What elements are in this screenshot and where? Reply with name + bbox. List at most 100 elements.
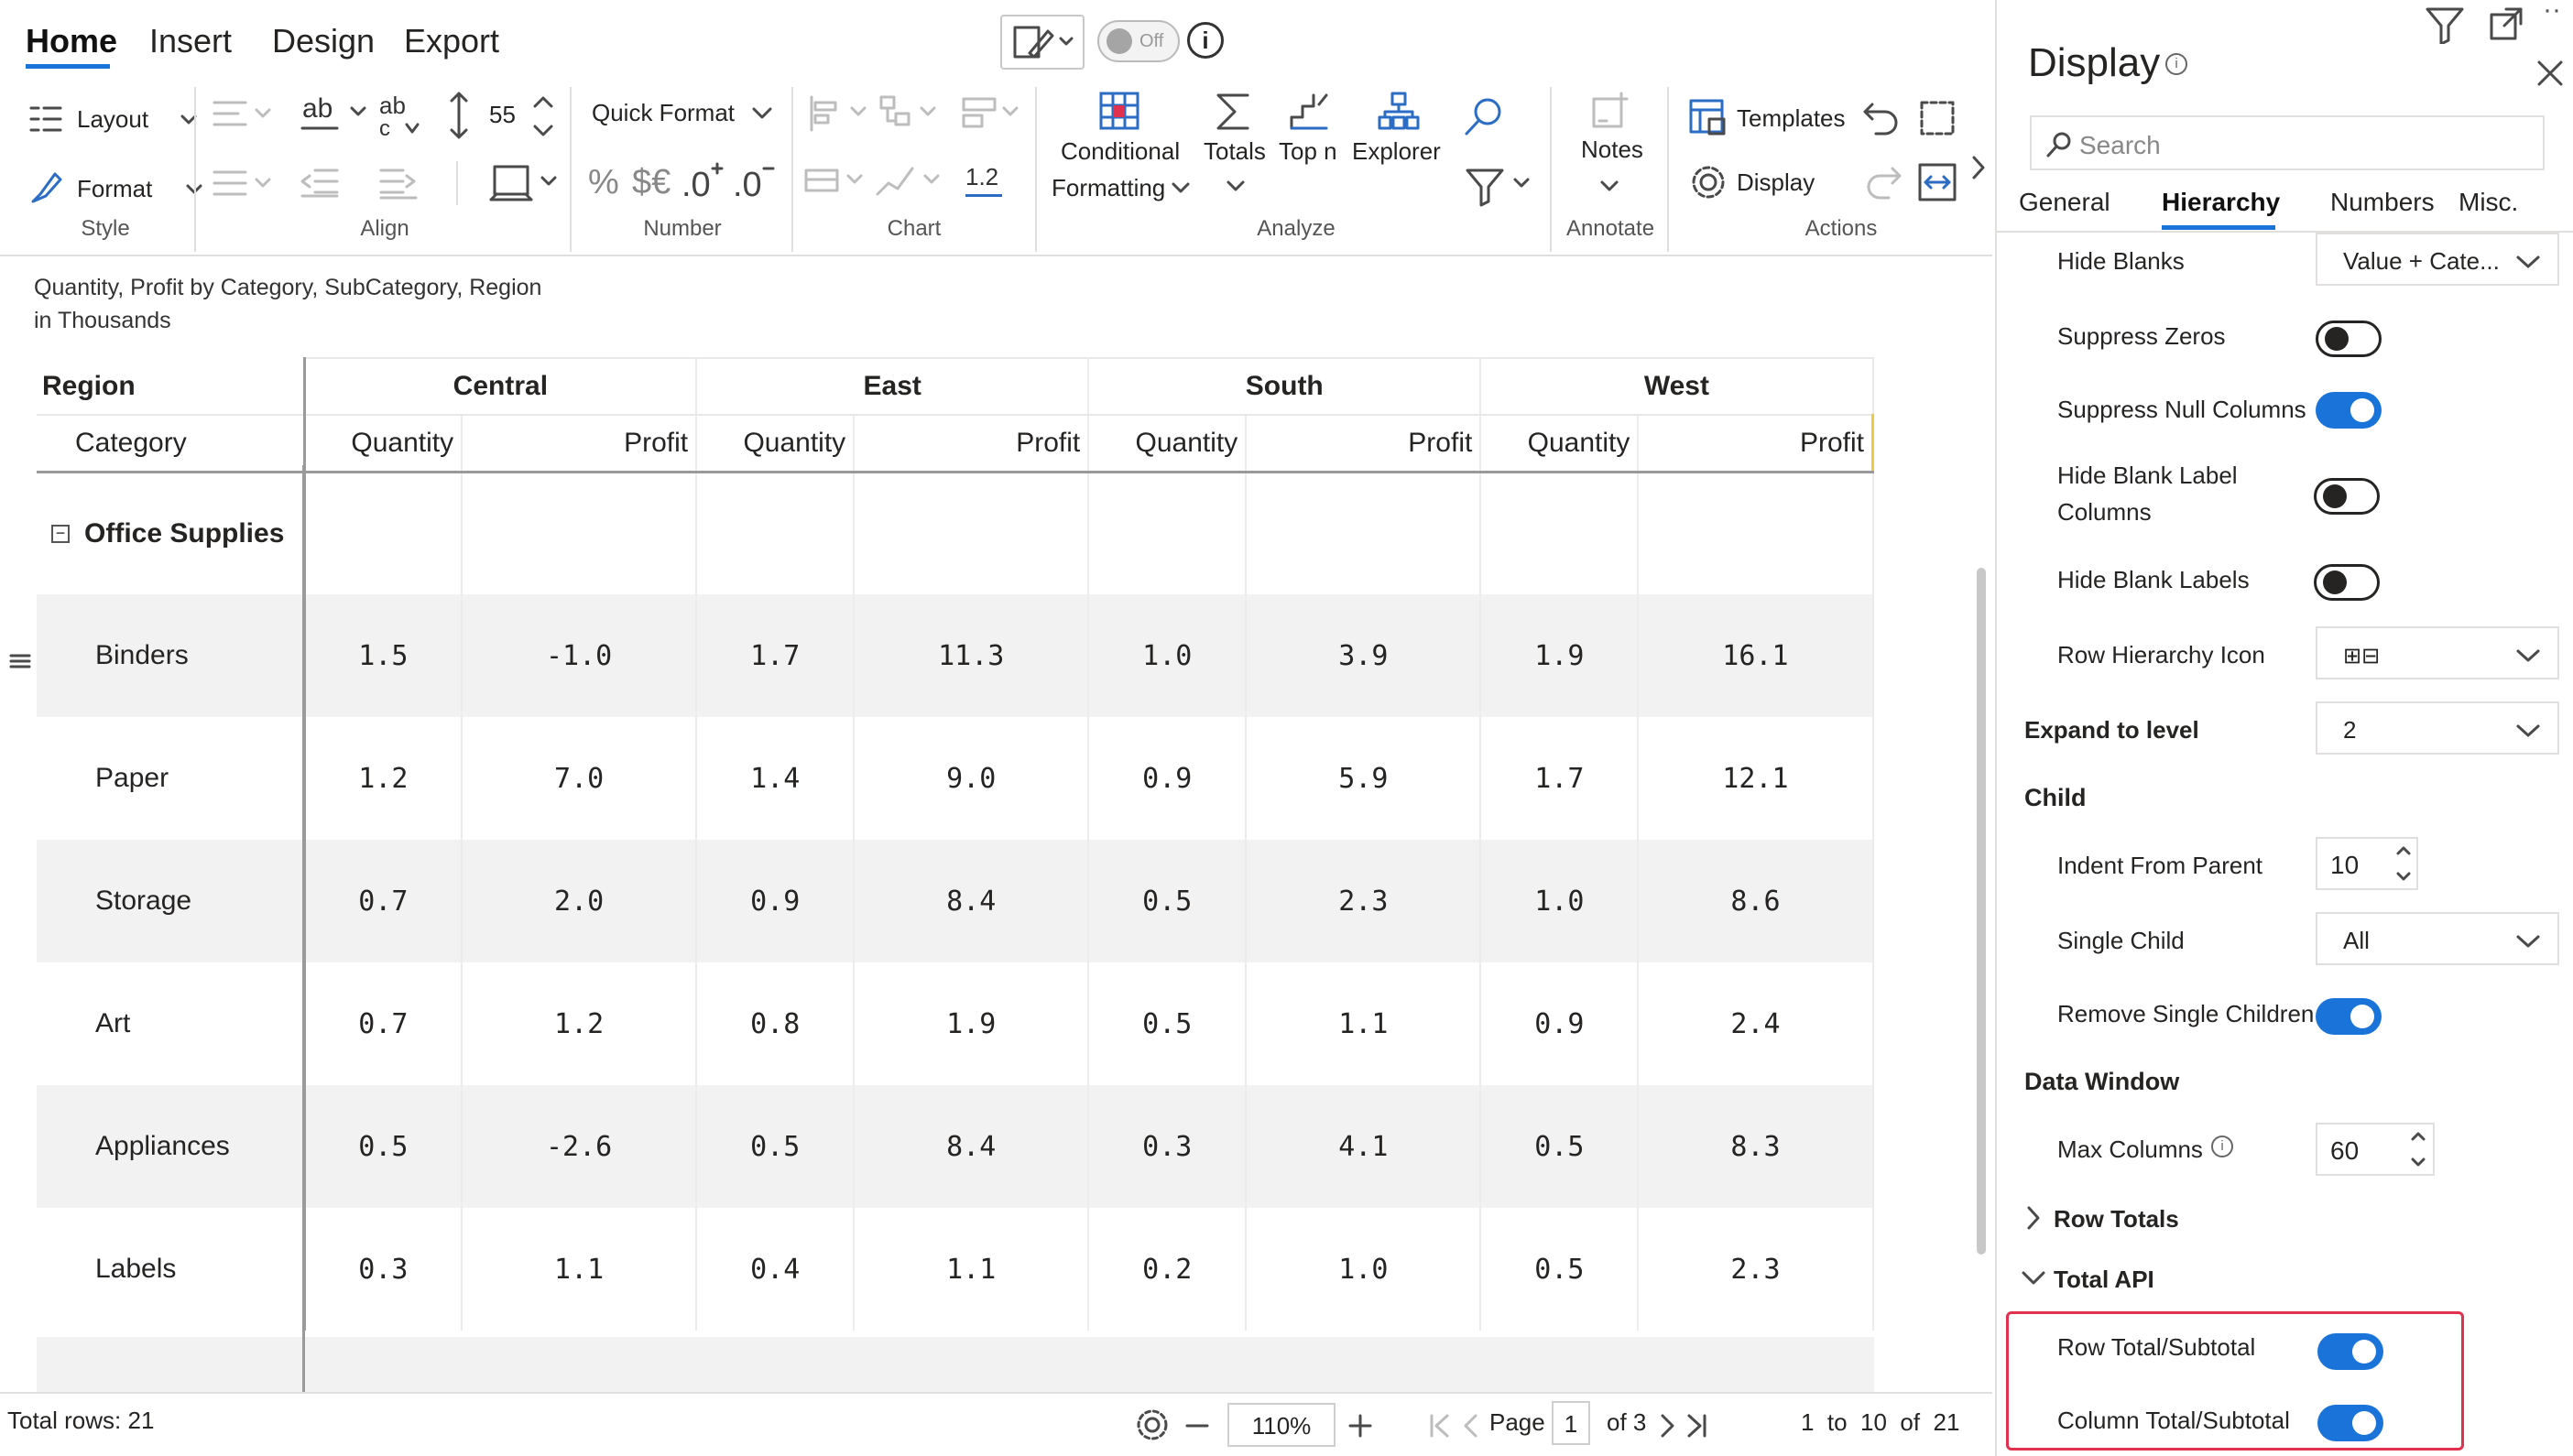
border-icon[interactable] [489,158,562,209]
table-cell[interactable]: 1.1 [854,1208,1090,1331]
hide-blank-labels-toggle[interactable] [2314,564,2380,601]
measure-quantity[interactable]: Quantity [1088,415,1248,473]
row-label[interactable]: Binders [37,594,306,717]
table-cell[interactable]: 0.8 [696,962,856,1085]
table-cell[interactable]: 0.7 [304,840,463,962]
stepper-arrows-icon[interactable] [2409,1128,2427,1170]
gear-icon[interactable] [1134,1407,1171,1443]
table-cell[interactable]: 1.0 [1246,1208,1482,1331]
table-cell[interactable]: 1.5 [304,594,463,717]
split-chart-icon[interactable] [960,93,1024,134]
table-cell[interactable]: 0.3 [1088,1085,1248,1208]
row-total-subtotal-toggle[interactable] [2317,1333,2383,1370]
tab-general[interactable]: General [2019,188,2110,217]
table-cell[interactable]: 0.9 [1088,717,1248,840]
table-cell[interactable]: 1.9 [1480,594,1640,717]
table-cell[interactable]: 0.2 [1088,1208,1248,1331]
hamburger-icon[interactable] [9,652,31,674]
table-cell[interactable]: 0.9 [1480,962,1640,1085]
zoom-in-icon[interactable] [1346,1412,1374,1440]
display-button[interactable]: Display [1737,168,1815,197]
chevron-right-icon[interactable] [2024,1205,2043,1231]
text-wrap-icon[interactable]: ab [295,92,377,137]
percent-format-button[interactable]: % [588,163,619,202]
table-cell[interactable]: 0.5 [1480,1085,1640,1208]
outdent-icon[interactable] [299,163,339,203]
table-cell[interactable]: 2.0 [462,840,698,962]
hierarchy-chart-icon[interactable] [876,93,940,134]
region-east[interactable]: East [696,357,1090,416]
measure-quantity[interactable]: Quantity [304,415,463,473]
align-left-icon[interactable] [211,95,275,132]
quick-format-dropdown[interactable]: Quick Format [592,99,735,127]
hide-blanks-dropdown[interactable]: Value + Cate... [2316,233,2559,286]
page-input[interactable]: 1 [1552,1401,1590,1445]
decimal-value[interactable]: 1.2 [965,163,998,191]
vertical-scrollbar[interactable] [1977,568,1986,1255]
popout-icon[interactable] [2488,5,2524,42]
table-cell[interactable]: 0.7 [304,962,463,1085]
table-cell[interactable]: 8.3 [1638,1085,1874,1208]
undo-icon[interactable] [1861,97,1903,139]
table-cell[interactable]: 9.0 [854,717,1090,840]
table-cell[interactable]: 2.3 [1638,1208,1874,1331]
stepper-arrows-icon[interactable] [2394,842,2413,885]
hide-blank-label-columns-toggle[interactable] [2314,478,2380,515]
edit-mode-button[interactable] [1000,15,1085,70]
filter-icon[interactable] [2424,4,2466,44]
table-cell[interactable]: 0.5 [1088,962,1248,1085]
align-center-icon[interactable] [211,165,275,201]
templates-button[interactable]: Templates [1737,104,1846,133]
info-icon[interactable]: i [2211,1135,2233,1157]
toggle-off-switch[interactable]: Off [1097,20,1180,62]
conditional-formatting-label-1[interactable]: Conditional [1061,137,1180,166]
measure-profit[interactable]: Profit [462,415,698,473]
table-cell[interactable]: 1.0 [1088,594,1248,717]
search-icon[interactable] [1462,95,1506,139]
max-columns-input[interactable]: 60 [2316,1123,2435,1176]
top-n-button[interactable]: Top n [1279,137,1337,166]
zoom-out-icon[interactable] [1183,1412,1211,1440]
zoom-input[interactable]: 110% [1227,1403,1336,1447]
measure-quantity[interactable]: Quantity [1480,415,1640,473]
row-hierarchy-icon-dropdown[interactable]: ⊞⊟ [2316,626,2559,679]
row-totals-section-label[interactable]: Row Totals [2054,1205,2179,1233]
filter-icon[interactable] [1464,165,1537,209]
redo-icon[interactable] [1861,161,1903,203]
suppress-zeros-toggle[interactable] [2316,321,2382,357]
row-label[interactable]: Appliances [37,1085,306,1208]
more-options-icon[interactable]: ·· [2543,0,2561,26]
table-cell[interactable]: 1.7 [1480,717,1640,840]
conditional-formatting-label-2[interactable]: Formatting [1052,174,1165,202]
table-cell[interactable]: 5.9 [1246,717,1482,840]
table-cell[interactable]: 1.1 [462,1208,698,1331]
search-input[interactable]: Search [2030,115,2545,170]
expand-to-level-dropdown[interactable]: 2 [2316,701,2559,755]
table-cell[interactable]: 8.4 [854,1085,1090,1208]
previous-page-icon[interactable] [1460,1412,1482,1440]
tab-design[interactable]: Design [272,22,375,60]
last-page-icon[interactable] [1682,1412,1709,1440]
tab-hierarchy[interactable]: Hierarchy [2162,188,2280,217]
indent-from-parent-input[interactable]: 10 [2316,837,2418,890]
increase-decimal-icon[interactable]: .0 [680,156,725,201]
font-size-stepper-icon[interactable] [531,93,555,139]
table-cell[interactable]: 1.9 [854,962,1090,1085]
info-icon[interactable]: i [1187,22,1224,59]
table-cell[interactable]: 4.1 [1246,1085,1482,1208]
table-cell[interactable]: 2.3 [1246,840,1482,962]
chevron-right-icon[interactable] [1969,154,1988,181]
row-label[interactable]: Storage [37,840,306,962]
suppress-null-columns-toggle[interactable] [2316,392,2382,429]
row-label[interactable]: Paper [37,717,306,840]
text-overflow-icon[interactable]: abc [376,90,421,141]
tab-home[interactable]: Home [26,22,117,60]
font-size-value[interactable]: 55 [489,101,516,129]
table-cell[interactable]: 0.5 [1480,1208,1640,1331]
notes-button[interactable]: Notes [1581,136,1643,164]
table-cell[interactable]: 3.9 [1246,594,1482,717]
measure-profit[interactable]: Profit [1246,415,1482,473]
tab-misc[interactable]: Misc. [2459,188,2518,217]
table-cell[interactable]: -2.6 [462,1085,698,1208]
sparkline-icon[interactable] [874,161,947,201]
